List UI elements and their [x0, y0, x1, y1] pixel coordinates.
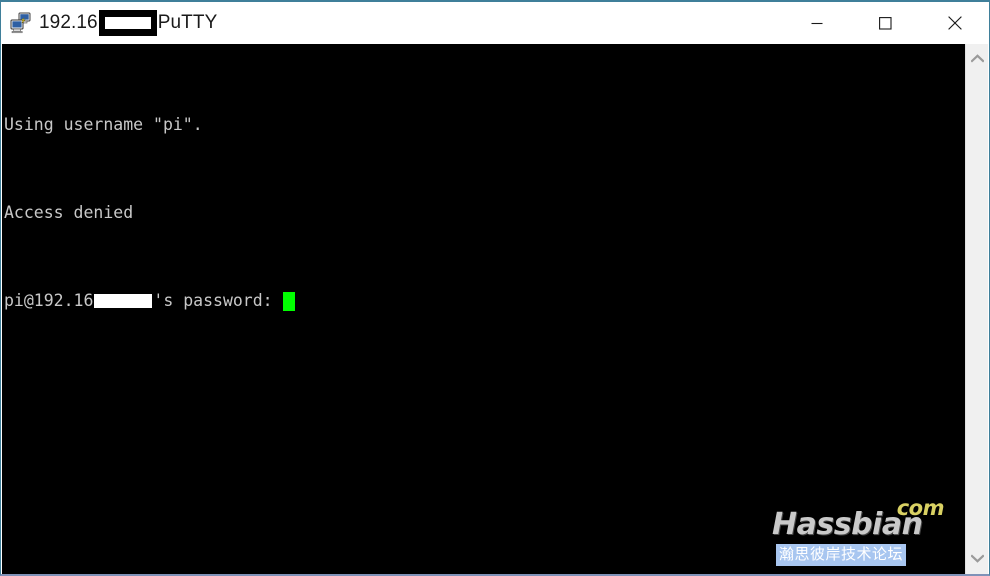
- window-title-suffix: PuTTY: [157, 11, 218, 33]
- redacted-ip-block: [98, 9, 157, 36]
- maximize-button[interactable]: [851, 2, 920, 44]
- chevron-up-icon[interactable]: [966, 48, 989, 68]
- terminal-screen[interactable]: Using username "pi". Access denied pi@19…: [2, 44, 966, 574]
- putty-window: 192.16 PuTTY Using username "pi". Access…: [0, 0, 990, 576]
- watermark-chinese-text: 瀚思彼岸技术论坛: [776, 544, 907, 566]
- terminal-line-text: Access denied: [4, 203, 134, 222]
- terminal-line-text: Using username "pi".: [4, 115, 203, 134]
- close-button[interactable]: [920, 2, 989, 44]
- terminal-output: Using username "pi". Access denied pi@19…: [4, 48, 295, 378]
- terminal-prompt-prefix: pi@192.16: [4, 291, 94, 310]
- terminal-line: pi@192.16 's password:: [4, 290, 295, 312]
- putty-computers-icon: [10, 12, 32, 34]
- terminal-line: Access denied: [4, 202, 295, 224]
- watermark-brand-text: Hassbian: [772, 507, 923, 542]
- terminal-cursor: [282, 291, 295, 311]
- title-bar[interactable]: 192.16 PuTTY: [1, 2, 989, 44]
- window-title-prefix: 192.16: [39, 11, 98, 33]
- terminal-line: Using username "pi".: [4, 114, 295, 136]
- minimize-button[interactable]: [782, 2, 851, 44]
- chevron-down-icon[interactable]: [966, 548, 989, 568]
- redacted-ip-block: [94, 294, 153, 308]
- watermark: com Hassbian 瀚思彼岸技术论坛: [772, 494, 945, 566]
- watermark-com-text: com: [896, 496, 945, 520]
- terminal-prompt-suffix: 's password:: [153, 291, 283, 310]
- window-controls: [782, 2, 989, 44]
- vertical-scrollbar[interactable]: [965, 44, 988, 574]
- window-title: 192.16 PuTTY: [39, 9, 218, 36]
